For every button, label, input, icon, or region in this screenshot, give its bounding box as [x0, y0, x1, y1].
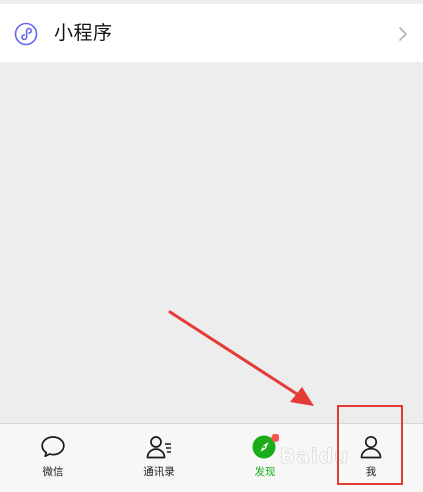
mini-program-icon	[14, 22, 38, 46]
highlight-box	[337, 405, 403, 485]
compass-icon	[252, 434, 279, 459]
tab-wechat[interactable]: 微信	[0, 424, 106, 492]
chevron-right-icon	[399, 27, 407, 41]
mini-programs-row[interactable]: 小程序	[0, 4, 423, 62]
contacts-icon	[146, 436, 171, 459]
tab-wechat-label: 微信	[42, 466, 64, 478]
mini-programs-label: 小程序	[54, 22, 113, 44]
chat-bubble-icon	[41, 436, 65, 458]
tab-contacts-label: 通讯录	[143, 466, 175, 478]
tab-contacts[interactable]: 通讯录	[106, 424, 212, 492]
